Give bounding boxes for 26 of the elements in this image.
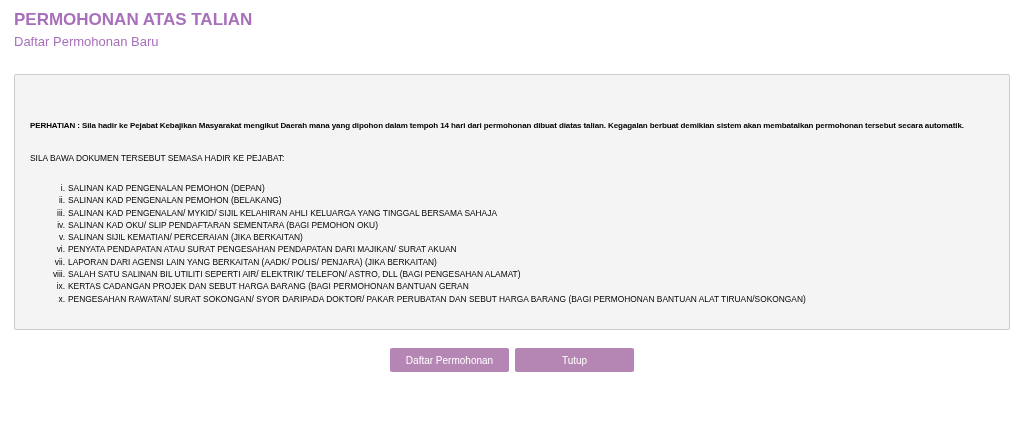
list-marker: iii. (56, 206, 66, 219)
list-marker: ix. (55, 280, 66, 293)
document-item: SALINAN KAD PENGENALAN PEMOHON (BELAKANG) (68, 194, 282, 207)
list-marker: viii. (51, 268, 66, 281)
document-item: LAPORAN DARI AGENSI LAIN YANG BERKAITAN (AADK/ POLIS/ PENJARA) (JIKA BERKAITAN) (68, 255, 437, 269)
instruction-text: SILA BAWA DOKUMEN TERSEBUT SEMASA HADIR KE PEJABAT: (30, 152, 285, 164)
document-item: PENGESAHAN RAWATAN/ SURAT SOKONGAN/ SYOR DARIPADA DOKTOR/ PAKAR PERUBATAN DAN SEBUT HARGA BARANG (BAGI PERMOHONAN BANTUAN ALAT TIRUAN/SOKONGAN) (68, 292, 806, 305)
list-marker: vii. (53, 255, 66, 269)
list-marker: x. (57, 292, 66, 305)
list-marker: iv. (56, 218, 66, 232)
list-marker: i. (59, 182, 66, 195)
page-subtitle: Daftar Permohonan Baru (14, 34, 159, 50)
document-item: SALINAN SIJIL KEMATIAN/ PERCERAIAN (JIKA BERKAITAN) (68, 231, 303, 244)
document-item: SALINAN KAD OKU/ SLIP PENDAFTARAN SEMENTARA (BAGI PEMOHON OKU) (68, 218, 378, 232)
list-marker: vi. (55, 243, 66, 256)
document-item: PENYATA PENDAPATAN ATAU SURAT PENGESAHAN PENDAPATAN DARI MAJIKAN/ SURAT AKUAN (68, 243, 457, 256)
document-item: SALINAN KAD PENGENALAN/ MYKID/ SIJIL KELAHIRAN AHLI KELUARGA YANG TINGGAL BERSAMA SAHAJA (68, 206, 497, 219)
action-button[interactable]: Daftar Permohonan (390, 348, 509, 372)
action-button[interactable]: Tutup (515, 348, 634, 372)
document-item: KERTAS CADANGAN PROJEK DAN SEBUT HARGA BARANG (BAGI PERMOHONAN BANTUAN GERAN (68, 280, 469, 293)
document-item: SALINAN KAD PENGENALAN PEMOHON (DEPAN) (68, 182, 265, 195)
page-title: PERMOHONAN ATAS TALIAN (14, 10, 253, 30)
list-marker: v. (58, 231, 66, 244)
document-item: SALAH SATU SALINAN BIL UTILITI SEPERTI AIR/ ELEKTRIK/ TELEFON/ ASTRO, DLL (BAGI PENGESAHAN ALAMAT) (68, 268, 521, 281)
list-marker: ii. (57, 194, 66, 207)
warning-text: PERHATIAN : Sila hadir ke Pejabat Kebajikan Masyarakat mengikut Daerah mana yang dipohon dalam tempoh 14 hari dari permohonan dibuat diatas talian. Kegagalan berbuat demikian sistem akan membatalkan permohonan tersebut secara automatik. (30, 120, 964, 132)
